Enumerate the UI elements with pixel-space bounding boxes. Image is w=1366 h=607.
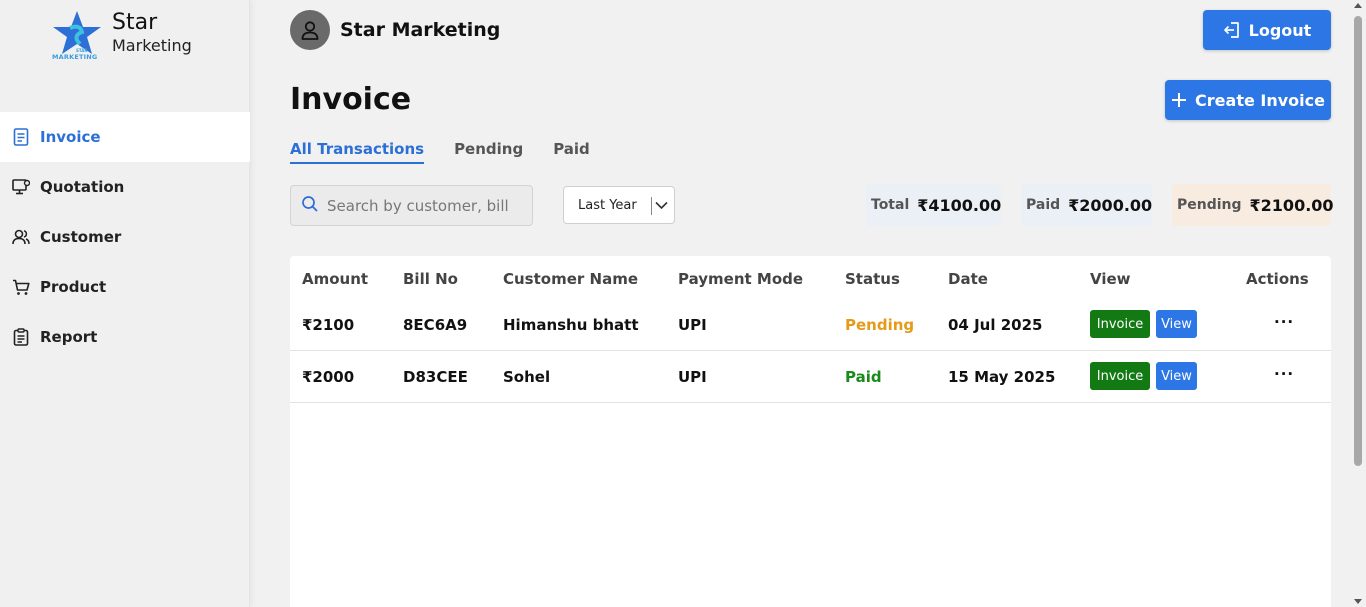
tab-all-transactions[interactable]: All Transactions <box>290 140 425 164</box>
page-title: Invoice <box>290 82 412 117</box>
cell-amount: ₹2000 <box>302 368 355 386</box>
header-bill-no: Bill No <box>403 270 458 288</box>
paid-value: ₹2000.00 <box>1068 195 1153 215</box>
search-input[interactable] <box>327 196 517 215</box>
scroll-up-icon[interactable] <box>1354 3 1362 8</box>
pending-label: Pending <box>1177 197 1242 213</box>
status-badge: Paid <box>845 368 882 386</box>
cell-customer: Himanshu bhatt <box>503 316 639 334</box>
scroll-down-icon[interactable] <box>1354 599 1362 604</box>
brand-name: Star <box>112 10 158 35</box>
logout-button[interactable]: Logout <box>1203 10 1331 50</box>
create-invoice-label: Create Invoice <box>1195 90 1325 110</box>
logout-icon <box>1223 21 1241 39</box>
logout-label: Logout <box>1248 20 1312 40</box>
search-icon <box>301 195 319 217</box>
sidebar-item-label: Customer <box>40 228 122 246</box>
pending-value: ₹2100.00 <box>1249 195 1334 215</box>
view-button[interactable]: View <box>1156 310 1197 338</box>
sidebar-item-label: Report <box>40 328 98 346</box>
cell-payment-mode: UPI <box>678 316 707 334</box>
document-icon <box>12 128 30 146</box>
tab-paid[interactable]: Paid <box>553 140 590 164</box>
period-select[interactable]: Last Year <box>563 186 675 224</box>
cell-customer: Sohel <box>503 368 551 386</box>
cell-date: 15 May 2025 <box>948 368 1056 386</box>
total-label: Total <box>871 197 910 213</box>
cell-payment-mode: UPI <box>678 368 707 386</box>
chevron-down-icon <box>655 199 668 214</box>
scrollbar[interactable] <box>1350 0 1366 607</box>
brand-subname: Marketing <box>112 36 192 56</box>
view-button[interactable]: View <box>1156 362 1197 390</box>
status-badge: Pending <box>845 316 915 334</box>
avatar-icon <box>290 10 330 50</box>
cell-bill-no: D83CEE <box>403 368 468 386</box>
invoice-table: Amount Bill No Customer Name Payment Mod… <box>290 256 1331 607</box>
sidebar-item-label: Invoice <box>40 128 101 146</box>
clipboard-icon <box>12 328 30 346</box>
transaction-tabs: All Transactions Pending Paid <box>290 140 620 164</box>
sidebar-item-quotation[interactable]: Quotation <box>0 162 250 212</box>
paid-label: Paid <box>1026 197 1061 213</box>
brand[interactable]: STAR MARKETING Star Marketing <box>50 10 192 64</box>
cell-bill-no: 8EC6A9 <box>403 316 468 334</box>
pending-stat: Pending ₹2100.00 <box>1172 184 1334 226</box>
invoice-button[interactable]: Invoice <box>1090 310 1150 338</box>
cart-icon <box>12 278 30 296</box>
user-profile[interactable]: Star Marketing <box>290 10 500 50</box>
total-stat: Total ₹4100.00 <box>866 184 1001 226</box>
sidebar-item-product[interactable]: Product <box>0 262 250 312</box>
sidebar-item-report[interactable]: Report <box>0 312 250 362</box>
user-name: Star Marketing <box>340 19 501 41</box>
tab-pending[interactable]: Pending <box>454 140 523 164</box>
sidebar-item-label: Quotation <box>40 178 125 196</box>
sidebar-item-customer[interactable]: Customer <box>0 212 250 262</box>
more-actions-icon[interactable]: ··· <box>1274 313 1294 331</box>
header-status: Status <box>845 270 900 288</box>
plus-icon <box>1171 92 1187 108</box>
header-amount: Amount <box>302 270 369 288</box>
create-invoice-button[interactable]: Create Invoice <box>1165 80 1331 120</box>
cell-amount: ₹2100 <box>302 316 355 334</box>
search-box[interactable] <box>290 185 533 226</box>
header-actions: Actions <box>1246 270 1309 288</box>
sidebar-item-label: Product <box>40 278 107 296</box>
cell-date: 04 Jul 2025 <box>948 316 1043 334</box>
sidebar-item-invoice[interactable]: Invoice <box>0 112 250 162</box>
header-date: Date <box>948 270 988 288</box>
star-logo-icon: STAR MARKETING <box>50 10 104 64</box>
users-icon <box>12 228 30 246</box>
select-divider <box>651 197 652 215</box>
table-row[interactable]: ₹2100 8EC6A9 Himanshu bhatt UPI Pending … <box>290 299 1331 351</box>
monitor-icon <box>12 178 30 196</box>
sidebar-nav: Invoice Quotation Customer Product Repor… <box>0 112 250 362</box>
header-customer-name: Customer Name <box>503 270 638 288</box>
more-actions-icon[interactable]: ··· <box>1274 365 1294 383</box>
header-payment-mode: Payment Mode <box>678 270 804 288</box>
paid-stat: Paid ₹2000.00 <box>1021 184 1152 226</box>
total-value: ₹4100.00 <box>917 195 1002 215</box>
scroll-thumb[interactable] <box>1354 16 1362 466</box>
sidebar: STAR MARKETING Star Marketing Invoice Qu… <box>0 0 250 607</box>
invoice-button[interactable]: Invoice <box>1090 362 1150 390</box>
header-view: View <box>1090 270 1131 288</box>
period-selected: Last Year <box>578 197 637 213</box>
table-row[interactable]: ₹2000 D83CEE Sohel UPI Paid 15 May 2025 … <box>290 351 1331 403</box>
